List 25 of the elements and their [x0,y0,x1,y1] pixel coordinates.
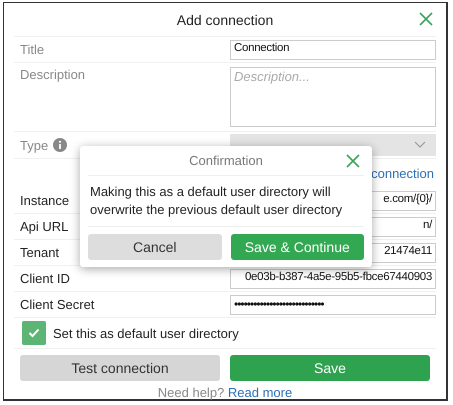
close-icon[interactable] [346,154,360,168]
test-connection-button[interactable]: Test connection [20,355,220,381]
read-more-link[interactable]: Read more [228,385,292,400]
password-field[interactable]: •••••••••••••••••••••••••••• [230,294,436,314]
help-text: Need help? [158,385,224,400]
field-label: Title [20,42,44,57]
close-icon[interactable] [419,12,433,26]
cancel-button[interactable]: Cancel [88,234,222,260]
chevron-icon [414,141,426,149]
info-icon [53,138,68,152]
check-icon [28,328,40,338]
dialog-title: Add connection [176,12,274,28]
field-label: Tenant [20,245,60,260]
field-label: Api URL [20,219,68,234]
field-label: Description [20,67,86,82]
confirmation-message: Making this as a default user directory will overwrite the previous default user directory [88,176,364,227]
text-field[interactable]: 0e03b-b387-4a5e-95b5-fbce67440903 [230,268,436,288]
checkbox[interactable] [22,321,46,345]
field-label: Type [20,138,68,152]
checkbox-label: Set this as default user directory [53,326,239,340]
field-label: Instance [20,193,70,208]
field-label: Client Secret [20,297,94,312]
modal-title: Confirmation [189,153,263,168]
field-label: Client ID [20,271,70,286]
connection-link[interactable]: connection [371,166,434,181]
